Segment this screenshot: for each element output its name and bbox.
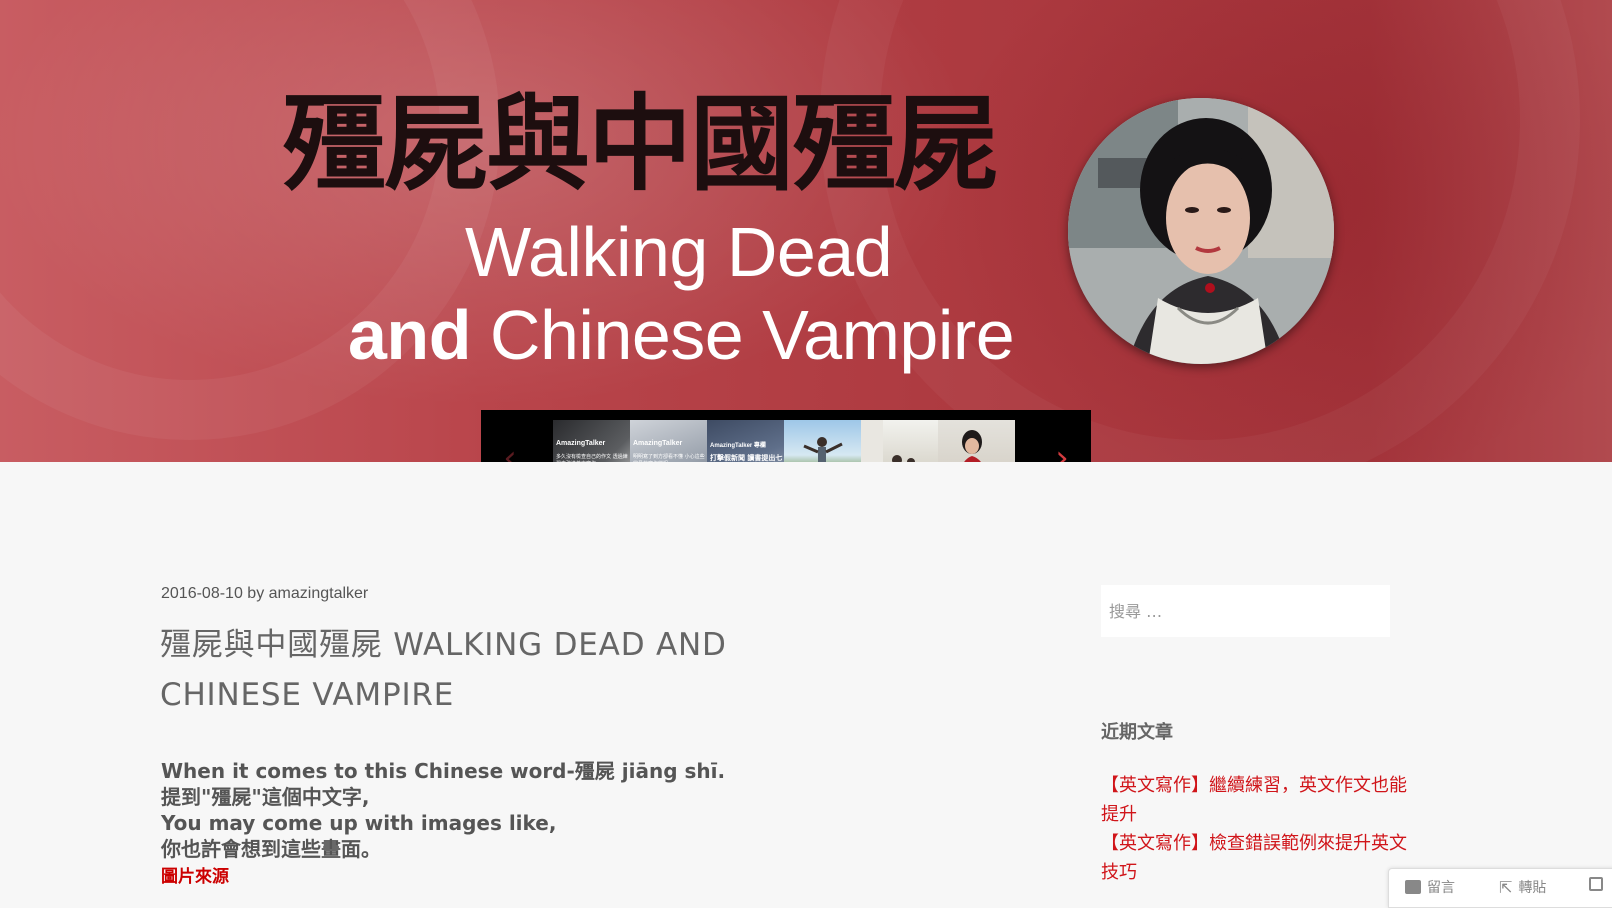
carousel-thumb-2[interactable]: AmazingTalker 明明寫了到方卻看不懂 小心這些常見的寫作錯誤 [630, 420, 707, 462]
recent-posts-list: 【英文寫作】繼續練習，英文作文也能提升 【英文寫作】檢查錯誤範例來提升英文技巧 [1101, 771, 1411, 887]
post-paragraph-line: 你也許會想到這些畫面。 [161, 837, 381, 861]
reblog-icon: ⇱ [1499, 877, 1513, 897]
chevron-right-icon: › [1055, 438, 1069, 462]
thumb-kids-scene [861, 420, 915, 462]
banner-title-english-line2: and Chinese Vampire [348, 295, 1015, 375]
carousel-next-button[interactable]: › [1047, 434, 1077, 462]
recent-post-item: 【英文寫作】繼續練習，英文作文也能提升 [1101, 771, 1411, 829]
carousel-thumb-sub: 多久沒有檢查自己的作文 透過練習來改進英文寫作 [556, 454, 628, 462]
carousel-thumb-sub: 打擊假新聞 讀書提出七項對策 [710, 454, 783, 462]
carousel-thumbnails: AmazingTalker 多久沒有檢查自己的作文 透過練習來改進英文寫作 Am… [553, 420, 1015, 462]
carousel-thumb-title: AmazingTalker [556, 440, 606, 447]
recent-posts-heading: 近期文章 [1101, 722, 1173, 743]
post-author-link[interactable]: amazingtalker [269, 585, 369, 602]
thumb-woman-reading [962, 430, 982, 462]
post-title: 殭屍與中國殭屍 WALKING DEAD AND CHINESE VAMPIRE [160, 627, 727, 713]
thumb-person-figure [803, 437, 843, 462]
post-paragraph-line: You may come up with images like, [161, 811, 557, 835]
banner-title-chinese-vampire: Chinese Vampire [489, 296, 1015, 374]
banner-title-english-line1: Walking Dead [465, 213, 893, 291]
author-photo [1068, 98, 1334, 364]
post-paragraph-line: When it comes to this Chinese word-殭屍 ji… [161, 759, 726, 783]
carousel-thumb-1[interactable]: AmazingTalker 多久沒有檢查自己的作文 透過練習來改進英文寫作 [553, 420, 630, 462]
recent-post-item: 【英文寫作】檢查錯誤範例來提升英文技巧 [1101, 829, 1411, 887]
search-input[interactable] [1101, 585, 1390, 637]
post-meta: 2016-08-10 by amazingtalker [161, 585, 368, 603]
post-paragraph-line: 提到"殭屍"這個中文字, [161, 785, 370, 809]
banner-title-chinese: 殭屍與中國殭屍 [282, 83, 998, 205]
floating-action-bar: 留言 ⇱ 轉貼 [1388, 868, 1612, 908]
recent-post-link[interactable]: 【英文寫作】檢查錯誤範例來提升英文技巧 [1101, 833, 1407, 883]
post-carousel: ‹ AmazingTalker 多久沒有檢查自己的作文 透過練習來改進英文寫作 … [481, 410, 1091, 462]
carousel-thumb-6[interactable] [938, 420, 1015, 462]
carousel-thumb-title: AmazingTalker 專欄 [710, 443, 766, 449]
chevron-left-icon: ‹ [503, 438, 517, 462]
reblog-button[interactable]: ⇱ 轉貼 [1499, 877, 1546, 897]
post-date-link[interactable]: 2016-08-10 [161, 585, 243, 602]
carousel-thumb-5[interactable] [861, 420, 938, 462]
carousel-thumb-4[interactable] [784, 420, 861, 462]
more-menu-button[interactable] [1589, 877, 1603, 891]
recent-post-link[interactable]: 【英文寫作】繼續練習，英文作文也能提升 [1101, 775, 1407, 825]
author-avatar [1068, 98, 1334, 364]
carousel-thumb-3[interactable]: AmazingTalker 專欄 打擊假新聞 讀書提出七項對策 [707, 420, 784, 462]
carousel-thumb-sub: 明明寫了到方卻看不懂 小心這些常見的寫作錯誤 [633, 454, 705, 462]
comment-button[interactable]: 留言 [1405, 877, 1455, 897]
header-banner: 殭屍與中國殭屍 Walking Dead and Chinese Vampire… [0, 0, 1612, 462]
comment-label: 留言 [1427, 880, 1455, 896]
post-body: When it comes to this Chinese word-殭屍 ji… [161, 758, 881, 890]
carousel-thumb-title: AmazingTalker [633, 440, 683, 447]
image-source-link[interactable]: 圖片來源 [161, 867, 229, 887]
carousel-prev-button[interactable]: ‹ [495, 434, 525, 462]
post-by-label: by [247, 585, 265, 602]
reblog-label: 轉貼 [1518, 880, 1547, 896]
menu-icon [1589, 877, 1603, 891]
banner-title-and: and [348, 296, 471, 374]
